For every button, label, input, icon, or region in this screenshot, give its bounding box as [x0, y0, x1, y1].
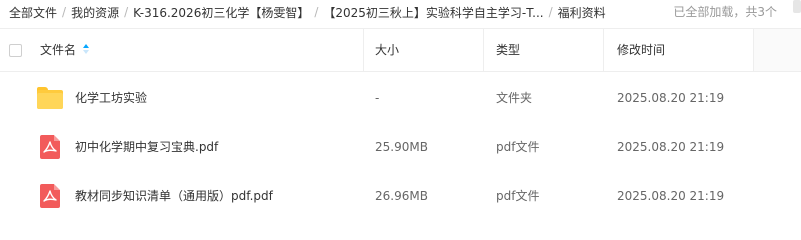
file-row-folder[interactable]: 化学工坊实验 - 文件夹 2025.08.20 21:19 [0, 74, 801, 122]
pdf-icon [40, 184, 60, 208]
sort-ascending-icon[interactable] [83, 43, 90, 54]
column-header-size[interactable]: 大小 [375, 29, 399, 71]
column-header-modified[interactable]: 修改时间 [617, 29, 665, 71]
file-size: 26.96MB [375, 189, 428, 203]
folder-icon [37, 87, 63, 109]
breadcrumb-separator: / [314, 5, 319, 19]
file-table-header: 文件名 大小 类型 修改时间 [0, 28, 801, 72]
file-row-pdf[interactable]: 教材同步知识清单（通用版）pdf.pdf 26.96MB pdf文件 2025.… [0, 172, 801, 220]
column-divider[interactable] [483, 29, 484, 71]
breadcrumb-item-my-resources[interactable]: 我的资源 [71, 4, 119, 21]
file-row-pdf[interactable]: 初中化学期中复习宝典.pdf 25.90MB pdf文件 2025.08.20 … [0, 123, 801, 171]
file-modified: 2025.08.20 21:19 [617, 91, 725, 105]
breadcrumb-item-course-folder[interactable]: K-316.2026初三化学【杨雯智】 [133, 4, 309, 21]
column-divider[interactable] [603, 29, 604, 71]
header-tail [754, 29, 801, 71]
file-name[interactable]: 教材同步知识清单（通用版）pdf.pdf [75, 172, 273, 220]
file-name[interactable]: 初中化学期中复习宝典.pdf [75, 123, 218, 171]
file-modified: 2025.08.20 21:19 [617, 140, 725, 154]
breadcrumb-separator: / [124, 5, 129, 19]
select-all-checkbox[interactable] [9, 44, 22, 57]
file-modified: 2025.08.20 21:19 [617, 189, 725, 203]
column-header-name[interactable]: 文件名 [40, 29, 90, 71]
load-status-text: 已全部加载，共3个 [673, 5, 777, 19]
column-header-name-label: 文件名 [40, 43, 77, 57]
column-header-type[interactable]: 类型 [496, 29, 520, 71]
breadcrumb-item-term-folder[interactable]: 【2025初三秋上】实验科学自主学习-T... [323, 4, 543, 21]
breadcrumb-separator: / [548, 5, 553, 19]
file-size: - [375, 91, 380, 105]
file-size: 25.90MB [375, 140, 428, 154]
breadcrumb-separator: / [62, 5, 67, 19]
file-type: pdf文件 [496, 189, 540, 203]
file-name[interactable]: 化学工坊实验 [75, 74, 147, 122]
column-divider[interactable] [363, 29, 364, 71]
pdf-icon [40, 135, 60, 159]
file-type: pdf文件 [496, 140, 540, 154]
file-type: 文件夹 [496, 91, 533, 105]
breadcrumb-item-all-files[interactable]: 全部文件 [9, 4, 57, 21]
breadcrumb-item-current: 福利资料 [557, 5, 606, 20]
scrollbar-thumb[interactable] [793, 0, 801, 13]
